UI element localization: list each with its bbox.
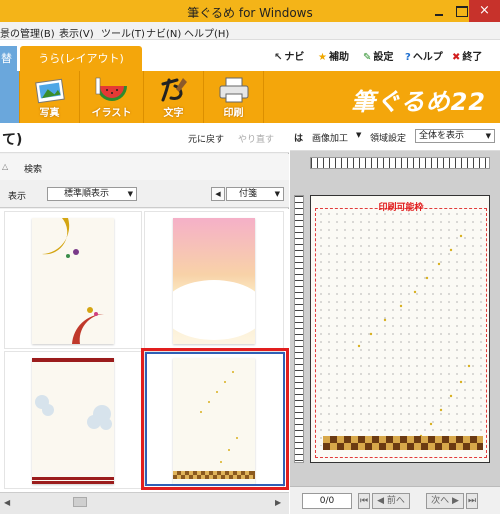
exit-icon: ✖ bbox=[452, 52, 461, 63]
template-panel: て) 元に戻す やり直す △ 検索 表示 標準順表示 ▼ ◀ 付箋 ▼ ◀ ▶ bbox=[0, 123, 289, 514]
panel-title: て) bbox=[2, 132, 23, 148]
moon-art bbox=[42, 218, 104, 344]
illust-label: イラスト bbox=[91, 108, 132, 119]
chevron-down-icon: ▼ bbox=[127, 190, 133, 198]
selected-template-inner bbox=[145, 352, 285, 486]
chevron-down-icon[interactable]: ▼ bbox=[356, 131, 361, 139]
scroll-left-icon[interactable]: ◀ bbox=[4, 498, 10, 507]
printable-area-label: 印刷可能枠 bbox=[378, 203, 424, 213]
menu-bar: 景の管理(B) 表示(V) ツール(T) ナビ(N) ヘルプ(H) bbox=[0, 22, 500, 40]
card-sunrise bbox=[173, 218, 255, 344]
preview-panel: は 画像加工 ▼ 領域設定 全体を表示 ▼ 印刷可能枠 0/0 ⏮ ◀ 前へ 次… bbox=[290, 123, 500, 514]
close-button[interactable]: × bbox=[469, 0, 500, 22]
note-select[interactable]: 付箋 ▼ bbox=[226, 187, 284, 201]
next-page-button[interactable]: 次へ ▶ bbox=[426, 493, 464, 509]
printer-icon bbox=[219, 77, 248, 103]
sunrise-art bbox=[173, 280, 255, 340]
card-moon bbox=[32, 218, 114, 344]
exit-label: 終了 bbox=[462, 52, 483, 63]
assist-label: 補助 bbox=[328, 52, 349, 63]
tab-ura-layout[interactable]: うら(レイアウト) bbox=[20, 46, 142, 71]
template-thumb[interactable] bbox=[4, 351, 142, 489]
card-flowers bbox=[32, 358, 114, 484]
template-thumb[interactable] bbox=[4, 211, 142, 349]
display-row: 表示 標準順表示 ▼ ◀ 付箋 ▼ bbox=[0, 180, 289, 208]
chevron-down-icon: ▼ bbox=[485, 132, 491, 140]
search-row: △ 検索 bbox=[0, 154, 289, 180]
selected-template-highlight bbox=[141, 348, 289, 490]
menu-item-tools[interactable]: ツール(T) bbox=[101, 25, 145, 40]
template-thumb[interactable] bbox=[144, 211, 284, 349]
panel-header: て) 元に戻す やり直す bbox=[0, 123, 289, 153]
text-button[interactable]: 文字 bbox=[144, 71, 204, 123]
tab-row: 替 うら(レイアウト) ↖ ナビ ★ 補助 ✎ 設定 ? ヘルプ ✖ 終了 bbox=[0, 40, 500, 71]
window-title: 筆ぐるめ for Windows bbox=[187, 6, 313, 20]
scroll-thumb[interactable] bbox=[73, 497, 87, 507]
exit-link[interactable]: ✖ 終了 bbox=[452, 48, 482, 63]
help-icon: ? bbox=[405, 52, 411, 63]
search-button[interactable]: 検索 bbox=[24, 162, 42, 175]
horizontal-ruler bbox=[310, 157, 490, 169]
navi-link[interactable]: ↖ ナビ bbox=[274, 48, 304, 63]
checker-border bbox=[323, 436, 483, 450]
text-label: 文字 bbox=[163, 108, 184, 119]
help-link[interactable]: ? ヘルプ bbox=[405, 48, 443, 63]
main-toolbar: 写真 イラスト 文字 印刷 筆ぐるめ22 bbox=[0, 71, 500, 123]
toolbar-partial-button[interactable] bbox=[0, 71, 20, 123]
horizontal-scrollbar[interactable]: ◀ ▶ bbox=[0, 492, 289, 514]
prev-note-button[interactable]: ◀ bbox=[211, 187, 225, 201]
triangle-icon: △ bbox=[2, 162, 9, 171]
preview-toolbar: は 画像加工 ▼ 領域設定 全体を表示 ▼ bbox=[290, 123, 500, 151]
menu-item-view[interactable]: 表示(V) bbox=[59, 25, 94, 40]
minimize-button[interactable] bbox=[428, 0, 450, 22]
photo-button[interactable]: 写真 bbox=[20, 71, 80, 123]
star-icon: ★ bbox=[318, 52, 327, 63]
redo-button[interactable]: やり直す bbox=[238, 132, 274, 145]
photo-icon bbox=[34, 78, 65, 104]
title-bar: 筆ぐるめ for Windows × bbox=[0, 0, 500, 22]
scroll-right-icon[interactable]: ▶ bbox=[275, 498, 281, 507]
note-select-value: 付箋 bbox=[239, 189, 258, 199]
brand-logo: 筆ぐるめ22 bbox=[351, 88, 486, 116]
prev-page-label: 前へ bbox=[386, 496, 405, 506]
settings-label: 設定 bbox=[373, 52, 394, 63]
print-label: 印刷 bbox=[223, 108, 244, 119]
chevron-down-icon: ▼ bbox=[274, 190, 280, 198]
sort-select[interactable]: 標準順表示 ▼ bbox=[47, 187, 137, 201]
watermelon-icon bbox=[95, 77, 127, 101]
view-select-value: 全体を表示 bbox=[419, 131, 465, 141]
brush-icon bbox=[161, 78, 187, 102]
display-label: 表示 bbox=[8, 192, 27, 202]
menu-item-manage[interactable]: 景の管理(B) bbox=[0, 25, 55, 40]
assist-link[interactable]: ★ 補助 bbox=[318, 48, 349, 63]
prev-page-button[interactable]: ◀ 前へ bbox=[372, 493, 410, 509]
navi-label: ナビ bbox=[284, 52, 305, 63]
image-edit-menu[interactable]: 画像加工 bbox=[312, 131, 348, 144]
postcard-preview: 印刷可能枠 bbox=[310, 195, 490, 463]
menu-item-navi[interactable]: ナビ(N) bbox=[146, 25, 181, 40]
pointer-icon: ↖ bbox=[274, 52, 283, 63]
settings-link[interactable]: ✎ 設定 bbox=[363, 48, 393, 63]
help-label: ヘルプ bbox=[412, 52, 443, 63]
wrench-icon: ✎ bbox=[363, 52, 372, 63]
preview-head-partial: は bbox=[294, 134, 304, 144]
photo-label: 写真 bbox=[39, 108, 60, 119]
last-page-button[interactable]: ⏭ bbox=[466, 493, 478, 509]
page-indicator: 0/0 bbox=[302, 493, 352, 509]
menu-item-help[interactable]: ヘルプ(H) bbox=[184, 25, 229, 40]
first-page-button[interactable]: ⏮ bbox=[358, 493, 370, 509]
view-select[interactable]: 全体を表示 ▼ bbox=[415, 129, 495, 143]
region-setting-button[interactable]: 領域設定 bbox=[370, 131, 406, 144]
next-page-label: 次へ bbox=[431, 496, 450, 506]
print-button[interactable]: 印刷 bbox=[204, 71, 264, 123]
flower-art bbox=[32, 358, 114, 484]
undo-button[interactable]: 元に戻す bbox=[188, 132, 224, 145]
printable-area: 印刷可能枠 bbox=[315, 203, 487, 458]
illust-button[interactable]: イラスト bbox=[80, 71, 144, 123]
tab-switch[interactable]: 替 bbox=[0, 46, 17, 71]
vertical-ruler bbox=[294, 195, 304, 463]
page-nav-bar: 0/0 ⏮ ◀ 前へ 次へ ▶ ⏭ bbox=[290, 486, 500, 514]
sort-select-value: 標準順表示 bbox=[64, 189, 110, 199]
